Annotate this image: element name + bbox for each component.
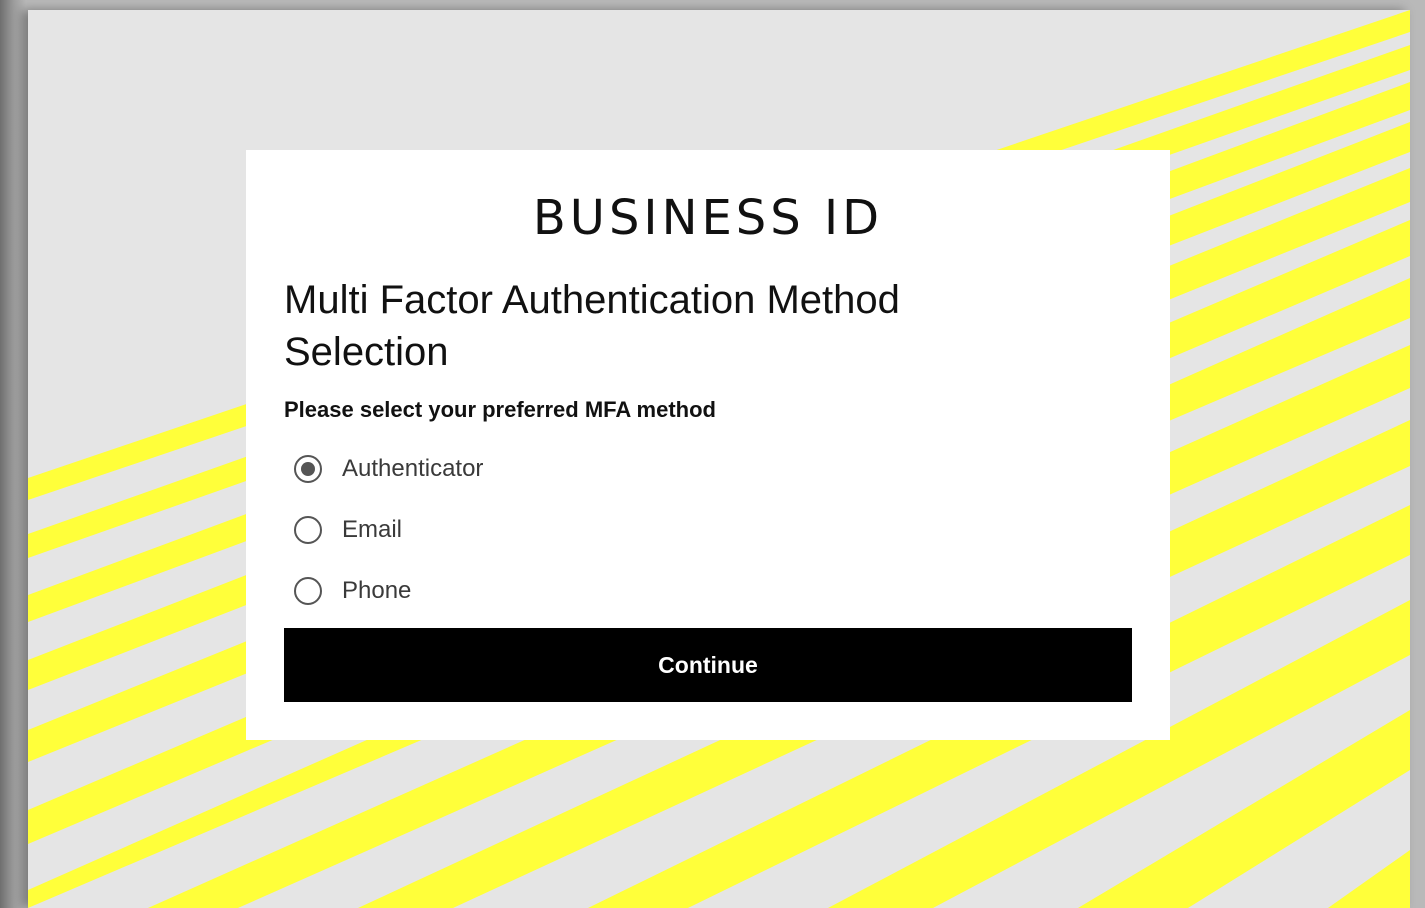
mfa-options-group: Authenticator Email Phone: [284, 438, 1132, 621]
radio-phone[interactable]: [294, 576, 322, 605]
option-authenticator[interactable]: Authenticator: [284, 438, 1132, 499]
mfa-card: BUSINESS ID Multi Factor Authentication …: [246, 150, 1170, 740]
continue-button[interactable]: Continue: [284, 628, 1132, 702]
page-subtitle: Please select your preferred MFA method: [284, 397, 716, 422]
option-email-label: Email: [342, 515, 403, 543]
radio-authenticator[interactable]: [294, 454, 322, 483]
page-title: Multi Factor Authentication Method Selec…: [284, 278, 900, 374]
option-email[interactable]: Email: [284, 499, 1132, 560]
business-id-logo: BUSINESS ID: [532, 190, 884, 246]
option-phone-label: Phone: [342, 576, 412, 604]
radio-email[interactable]: [294, 515, 322, 544]
option-authenticator-label: Authenticator: [342, 454, 484, 482]
page-background: BUSINESS ID Multi Factor Authentication …: [28, 10, 1410, 908]
option-phone[interactable]: Phone: [284, 560, 1132, 621]
